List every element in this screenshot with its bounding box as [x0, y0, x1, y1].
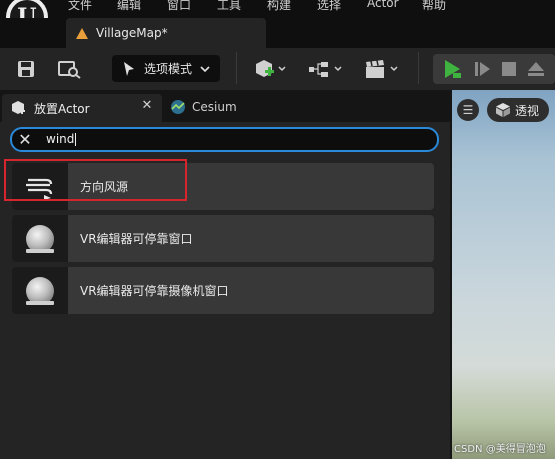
select-mode-icon	[124, 61, 134, 76]
advance-frame-button[interactable]	[470, 55, 494, 83]
tab-cesium-label: Cesium	[192, 100, 237, 114]
blueprint-button[interactable]	[306, 55, 346, 83]
play-icon	[445, 60, 461, 78]
pedestal-shape	[26, 301, 54, 305]
add-actor-button[interactable]	[252, 55, 290, 83]
selection-mode-dropdown[interactable]: 选项模式	[112, 55, 220, 82]
stop-icon	[502, 62, 516, 76]
eject-button[interactable]	[524, 55, 548, 83]
list-item-label: VR编辑器可停靠摄像机窗口	[80, 284, 229, 298]
level-warning-icon	[76, 27, 88, 39]
menu-build[interactable]: 构建	[267, 0, 291, 13]
save-button[interactable]	[12, 55, 40, 83]
pedestal-shape	[26, 249, 54, 253]
annotation-highlight-box	[4, 159, 187, 201]
list-item-label: VR编辑器可停靠窗口	[80, 232, 193, 246]
list-item-vr-editor-dockable-camera-window[interactable]: VR编辑器可停靠摄像机窗口	[12, 267, 434, 314]
save-icon	[18, 61, 34, 77]
blueprint-icon	[309, 62, 342, 77]
level-viewport[interactable]	[452, 90, 555, 459]
menu-edit[interactable]: 编辑	[117, 0, 141, 13]
actor-thumbnail	[12, 215, 68, 262]
add-cube-icon	[256, 60, 286, 77]
menu-help[interactable]: 帮助	[422, 0, 446, 13]
skip-forward-icon	[475, 62, 490, 76]
actor-search-input[interactable]: ✕ wind	[10, 127, 439, 152]
tab-place-actor-label: 放置Actor	[34, 101, 90, 116]
menu-select[interactable]: 选择	[317, 0, 341, 13]
close-tab-button[interactable]: ✕	[139, 98, 155, 114]
folder-search-icon	[58, 61, 81, 79]
document-tab[interactable]: VillageMap*	[66, 18, 266, 48]
cesium-icon	[171, 100, 185, 114]
perspective-dropdown[interactable]: 透视	[487, 98, 549, 122]
content-browser-button[interactable]	[54, 55, 84, 83]
chevron-down-icon	[200, 65, 210, 72]
tab-place-actor[interactable]: 放置Actor	[2, 94, 162, 122]
play-button[interactable]	[439, 55, 465, 83]
search-value: wind	[46, 132, 77, 146]
cinematics-button[interactable]	[362, 55, 402, 83]
menu-actor[interactable]: Actor	[367, 0, 399, 10]
document-tab-title: VillageMap*	[96, 26, 168, 40]
actor-thumbnail	[12, 267, 68, 314]
clapperboard-icon	[366, 60, 398, 78]
clear-search-icon[interactable]: ✕	[15, 129, 35, 150]
eject-icon	[528, 62, 544, 76]
selection-mode-label: 选项模式	[144, 62, 193, 76]
menu-window[interactable]: 窗口	[167, 0, 191, 13]
list-item-vr-editor-dockable-window[interactable]: VR编辑器可停靠窗口	[12, 215, 434, 262]
menu-tools[interactable]: 工具	[217, 0, 241, 13]
toolbar-divider	[236, 52, 237, 84]
perspective-cube-icon	[496, 103, 510, 117]
tab-cesium[interactable]: Cesium	[170, 96, 237, 118]
toolbar-divider	[418, 52, 419, 84]
stop-button[interactable]	[498, 55, 520, 83]
perspective-label: 透视	[515, 103, 540, 118]
place-actor-icon	[12, 101, 25, 114]
menu-file[interactable]: 文件	[68, 0, 92, 13]
watermark: CSDN @美得冒泡泡	[454, 444, 546, 455]
viewport-menu-button[interactable]: ☰	[457, 99, 479, 121]
